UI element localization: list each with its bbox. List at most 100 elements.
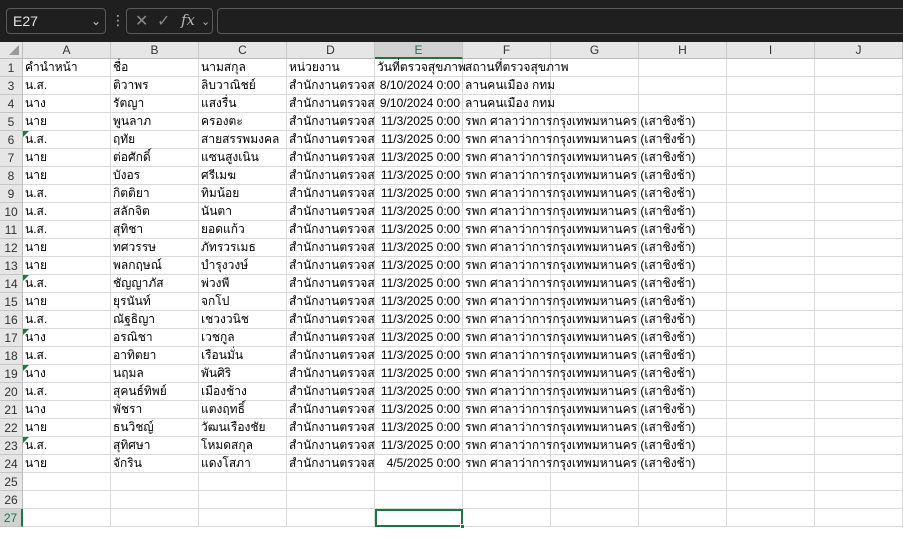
cell-j10[interactable]: [815, 203, 903, 221]
cell-b15[interactable]: ยุรนันท์: [111, 293, 199, 311]
row-header-16[interactable]: 16: [0, 311, 23, 329]
cell-c3[interactable]: ลิบวาณิชย์: [199, 77, 287, 95]
cell-i13[interactable]: [727, 257, 815, 275]
cell-j15[interactable]: [815, 293, 903, 311]
cell-f12[interactable]: รพก ศาลาว่าการกรุงเทพมหานคร (เสาชิงช้า): [463, 239, 695, 257]
cell-a24[interactable]: นาย: [23, 455, 111, 473]
cell-e10[interactable]: 11/3/2025 0:00: [375, 203, 463, 221]
cell-b1[interactable]: ชื่อ: [111, 59, 199, 77]
cell-a18[interactable]: น.ส.: [23, 347, 111, 365]
cell-j19[interactable]: [815, 365, 903, 383]
cell-a21[interactable]: นาง: [23, 401, 111, 419]
cell-d27[interactable]: [287, 509, 375, 527]
cell-e20[interactable]: 11/3/2025 0:00: [375, 383, 463, 401]
cell-e3[interactable]: 8/10/2024 0:00: [375, 77, 463, 95]
cell-f26[interactable]: [463, 491, 551, 509]
cell-j22[interactable]: [815, 419, 903, 437]
cell-e1[interactable]: วันที่ตรวจสุขภาพ: [375, 59, 466, 77]
column-header-e[interactable]: E: [375, 42, 463, 59]
row-header-10[interactable]: 10: [0, 203, 23, 221]
cell-h1[interactable]: [639, 59, 727, 77]
row-header-25[interactable]: 25: [0, 473, 23, 491]
cell-d18[interactable]: สำนักงานตรวจส: [287, 347, 375, 365]
cell-b11[interactable]: สุทิชา: [111, 221, 199, 239]
cell-e7[interactable]: 11/3/2025 0:00: [375, 149, 463, 167]
cell-i16[interactable]: [727, 311, 815, 329]
row-header-24[interactable]: 24: [0, 455, 23, 473]
cell-f6[interactable]: รพก ศาลาว่าการกรุงเทพมหานคร (เสาชิงช้า): [463, 131, 695, 149]
cell-c15[interactable]: จกโป: [199, 293, 287, 311]
cell-b24[interactable]: จักริน: [111, 455, 199, 473]
cell-e24[interactable]: 4/5/2025 0:00: [375, 455, 463, 473]
insert-function-icon[interactable]: fx: [181, 11, 195, 29]
cell-f27[interactable]: [463, 509, 551, 527]
select-all-button[interactable]: [0, 42, 23, 59]
cell-d14[interactable]: สำนักงานตรวจส: [287, 275, 375, 293]
cell-f9[interactable]: รพก ศาลาว่าการกรุงเทพมหานคร (เสาชิงช้า): [463, 185, 695, 203]
cell-f20[interactable]: รพก ศาลาว่าการกรุงเทพมหานคร (เสาชิงช้า): [463, 383, 695, 401]
cell-c14[interactable]: พ่วงพี: [199, 275, 287, 293]
cell-d9[interactable]: สำนักงานตรวจส: [287, 185, 375, 203]
cell-c26[interactable]: [199, 491, 287, 509]
cell-j1[interactable]: [815, 59, 903, 77]
cell-f15[interactable]: รพก ศาลาว่าการกรุงเทพมหานคร (เสาชิงช้า): [463, 293, 695, 311]
cell-e12[interactable]: 11/3/2025 0:00: [375, 239, 463, 257]
cell-f14[interactable]: รพก ศาลาว่าการกรุงเทพมหานคร (เสาชิงช้า): [463, 275, 695, 293]
cell-e23[interactable]: 11/3/2025 0:00: [375, 437, 463, 455]
cell-j24[interactable]: [815, 455, 903, 473]
cell-f18[interactable]: รพก ศาลาว่าการกรุงเทพมหานคร (เสาชิงช้า): [463, 347, 695, 365]
cell-a16[interactable]: น.ส.: [23, 311, 111, 329]
cell-f21[interactable]: รพก ศาลาว่าการกรุงเทพมหานคร (เสาชิงช้า): [463, 401, 695, 419]
cell-j8[interactable]: [815, 167, 903, 185]
cell-c4[interactable]: แสงรื่น: [199, 95, 287, 113]
row-header-7[interactable]: 7: [0, 149, 23, 167]
cell-g26[interactable]: [551, 491, 639, 509]
cell-i24[interactable]: [727, 455, 815, 473]
cell-b18[interactable]: อาทิตยา: [111, 347, 199, 365]
cell-f8[interactable]: รพก ศาลาว่าการกรุงเทพมหานคร (เสาชิงช้า): [463, 167, 695, 185]
cell-e27[interactable]: [375, 509, 465, 529]
cell-c6[interactable]: สายสรรพมงคล: [199, 131, 287, 149]
cell-j21[interactable]: [815, 401, 903, 419]
cell-b17[interactable]: อรณิชา: [111, 329, 199, 347]
cell-b19[interactable]: นฤมล: [111, 365, 199, 383]
cell-j16[interactable]: [815, 311, 903, 329]
cell-j23[interactable]: [815, 437, 903, 455]
cell-a4[interactable]: นาง: [23, 95, 111, 113]
cell-j14[interactable]: [815, 275, 903, 293]
cell-i19[interactable]: [727, 365, 815, 383]
cell-h27[interactable]: [639, 509, 727, 527]
cell-d5[interactable]: สำนักงานตรวจส: [287, 113, 375, 131]
fill-handle[interactable]: [460, 524, 465, 529]
row-header-26[interactable]: 26: [0, 491, 23, 509]
cell-b27[interactable]: [111, 509, 199, 527]
cell-c20[interactable]: เมืองช้าง: [199, 383, 287, 401]
cell-f3[interactable]: ลานคนเมือง กทม: [463, 77, 555, 95]
cell-d11[interactable]: สำนักงานตรวจส: [287, 221, 375, 239]
cell-c18[interactable]: เรือนมั่น: [199, 347, 287, 365]
cell-d12[interactable]: สำนักงานตรวจส: [287, 239, 375, 257]
cell-i4[interactable]: [727, 95, 815, 113]
cell-h26[interactable]: [639, 491, 727, 509]
cell-a3[interactable]: น.ส.: [23, 77, 111, 95]
cell-j18[interactable]: [815, 347, 903, 365]
error-indicator-icon[interactable]: [23, 437, 29, 443]
cell-j13[interactable]: [815, 257, 903, 275]
cell-b21[interactable]: พัชรา: [111, 401, 199, 419]
cell-c21[interactable]: แตงฤทธิ์: [199, 401, 287, 419]
cell-j4[interactable]: [815, 95, 903, 113]
cell-e14[interactable]: 11/3/2025 0:00: [375, 275, 463, 293]
cell-a11[interactable]: น.ส.: [23, 221, 111, 239]
cell-f11[interactable]: รพก ศาลาว่าการกรุงเทพมหานคร (เสาชิงช้า): [463, 221, 695, 239]
cell-a14[interactable]: น.ส.: [23, 275, 111, 293]
row-header-12[interactable]: 12: [0, 239, 23, 257]
column-header-h[interactable]: H: [639, 42, 727, 59]
cell-i20[interactable]: [727, 383, 815, 401]
row-header-13[interactable]: 13: [0, 257, 23, 275]
cell-e18[interactable]: 11/3/2025 0:00: [375, 347, 463, 365]
cell-h25[interactable]: [639, 473, 727, 491]
cell-i10[interactable]: [727, 203, 815, 221]
row-header-19[interactable]: 19: [0, 365, 23, 383]
row-header-14[interactable]: 14: [0, 275, 23, 293]
cell-f1[interactable]: สถานที่ตรวจสุขภาพ: [463, 59, 569, 77]
